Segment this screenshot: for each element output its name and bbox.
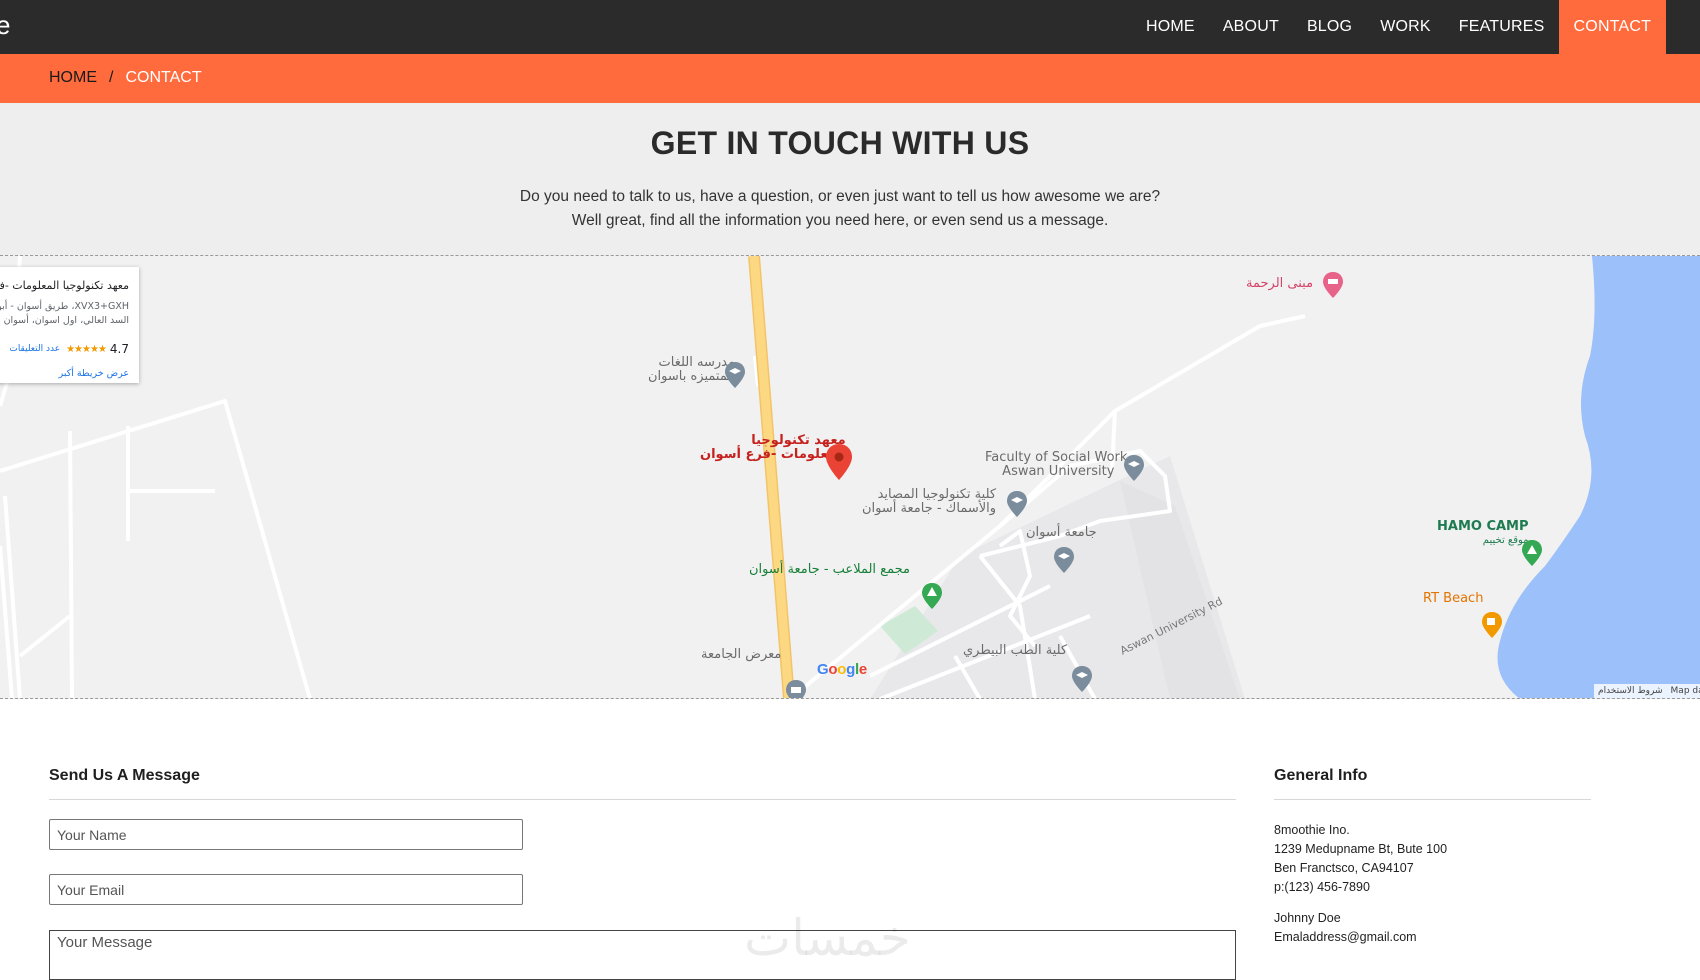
google-map[interactable]: Aswan University Rd مدرسه اللغات المتميز…	[0, 256, 1700, 699]
river-water	[1498, 256, 1700, 699]
nav-item-features[interactable]: FEATURES	[1445, 0, 1559, 54]
breadcrumb-separator: /	[109, 69, 113, 87]
breadcrumb-home-link[interactable]: HOME	[49, 69, 97, 87]
place-card-title: معهد تكنولوجيا المعلومات -فرع	[0, 279, 129, 292]
map-place-label[interactable]: كلية تكنولوجيا المصايد والأسماك - جامعة …	[862, 488, 996, 516]
map-place-label[interactable]: مدرسه اللغات المتميزه باسوان	[648, 356, 735, 384]
shop-pin-icon[interactable]	[786, 680, 806, 699]
map-place-label[interactable]: HAMO CAMP موقع تخييم	[1437, 520, 1529, 548]
google-logo[interactable]: Google	[817, 661, 867, 678]
view-larger-map-link[interactable]: عرض خريطة أكبر	[59, 368, 129, 379]
nav-item-about[interactable]: ABOUT	[1209, 0, 1293, 54]
contact-person: Johnny Doe Emaladdress@gmail.com	[1274, 909, 1417, 947]
road-minor	[0, 401, 310, 699]
address-line-2: Ben Franctsco, CA94107	[1274, 859, 1447, 878]
contact-section: Send Us A Message General Info 8moothie …	[0, 699, 1700, 970]
email-input[interactable]	[49, 874, 523, 905]
address-line-1: 1239 Medupname Bt, Bute 100	[1274, 840, 1447, 859]
map-place-label[interactable]: جامعة أسوان	[1026, 526, 1097, 540]
page-title: GET IN TOUCH WITH US	[0, 125, 1680, 162]
nav-item-contact[interactable]: CONTACT	[1559, 0, 1667, 54]
place-card-rating-row: 4.7 ★★★★★ عدد التعليقات	[9, 342, 129, 356]
watermark: خمسات	[744, 909, 911, 967]
nav-item-blog[interactable]: BLOG	[1293, 0, 1366, 54]
intro-text: Do you need to talk to us, have a questi…	[0, 185, 1680, 233]
map-place-label[interactable]: كلية الطب البيطري	[963, 644, 1067, 658]
form-heading: Send Us A Message	[49, 767, 200, 785]
map-place-label[interactable]: Faculty of Social Work, Aswan University	[985, 451, 1132, 479]
school-pin-icon[interactable]	[1054, 547, 1074, 573]
map-place-label[interactable]: RT Beach	[1423, 592, 1483, 606]
road-minor	[20, 616, 70, 656]
map-place-label[interactable]: معرض الجامعة	[701, 648, 781, 662]
school-pin-icon[interactable]	[1124, 455, 1144, 481]
intro-section: GET IN TOUCH WITH US Do you need to talk…	[0, 103, 1700, 256]
hotel-pin-icon[interactable]	[1323, 272, 1343, 298]
park-pin-icon[interactable]	[922, 583, 942, 609]
intro-line-1: Do you need to talk to us, have a questi…	[0, 185, 1680, 209]
school-pin-icon[interactable]	[725, 362, 745, 388]
map-terms-link[interactable]: شروط الاستخدام	[1598, 686, 1663, 696]
star-rating-icon: ★★★★★	[66, 344, 106, 355]
form-divider	[49, 799, 1236, 800]
info-heading: General Info	[1274, 767, 1367, 785]
name-input[interactable]	[49, 819, 523, 850]
breadcrumb: HOME / CONTACT	[49, 69, 202, 87]
nav-menu: HOME ABOUT BLOG WORK FEATURES CONTACT	[1132, 0, 1666, 54]
nav-item-work[interactable]: WORK	[1366, 0, 1445, 54]
school-pin-icon[interactable]	[1007, 491, 1027, 517]
reviews-link[interactable]: عدد التعليقات	[9, 344, 60, 354]
school-pin-icon[interactable]	[1072, 666, 1092, 692]
map-place-label[interactable]: معهد تكنولوجيا المعلومات -فرع أسوان	[700, 434, 846, 462]
location-pin-icon[interactable]	[826, 444, 852, 480]
map-place-card: معهد تكنولوجيا المعلومات -فرع XVX3+GXH، …	[0, 267, 139, 383]
map-data-label: Map data	[1671, 686, 1700, 696]
breadcrumb-bar: HOME / CONTACT	[0, 54, 1700, 103]
road-minor	[70, 431, 72, 699]
intro-line-2: Well great, find all the information you…	[0, 209, 1680, 233]
road-minor	[5, 496, 20, 699]
cafe-pin-icon[interactable]	[1482, 612, 1502, 638]
map-place-label[interactable]: مبنى الرحمة	[1246, 277, 1313, 291]
nav-item-home[interactable]: HOME	[1132, 0, 1209, 54]
phone-number: p:(123) 456-7890	[1274, 878, 1447, 897]
info-divider	[1274, 799, 1591, 800]
breadcrumb-current: CONTACT	[125, 69, 201, 87]
brand-logo[interactable]: e	[0, 10, 10, 40]
highway	[754, 256, 789, 699]
top-navbar: e HOME ABOUT BLOG WORK FEATURES CONTACT	[0, 0, 1700, 54]
map-attribution: شروط الاستخدام Map data	[1594, 684, 1700, 698]
person-name: Johnny Doe	[1274, 909, 1417, 928]
campground-pin-icon[interactable]	[1522, 540, 1542, 566]
contact-email[interactable]: Emaladdress@gmail.com	[1274, 928, 1417, 947]
message-textarea[interactable]	[49, 930, 1236, 980]
place-card-address: XVX3+GXH، طريق أسوان - أبو السد العالي، …	[0, 300, 129, 328]
company-name: 8moothie Ino.	[1274, 821, 1447, 840]
company-address: 8moothie Ino. 1239 Medupname Bt, Bute 10…	[1274, 821, 1447, 897]
place-rating-value: 4.7	[110, 342, 129, 356]
map-place-label[interactable]: مجمع الملاعب - جامعة أسوان	[749, 563, 910, 577]
